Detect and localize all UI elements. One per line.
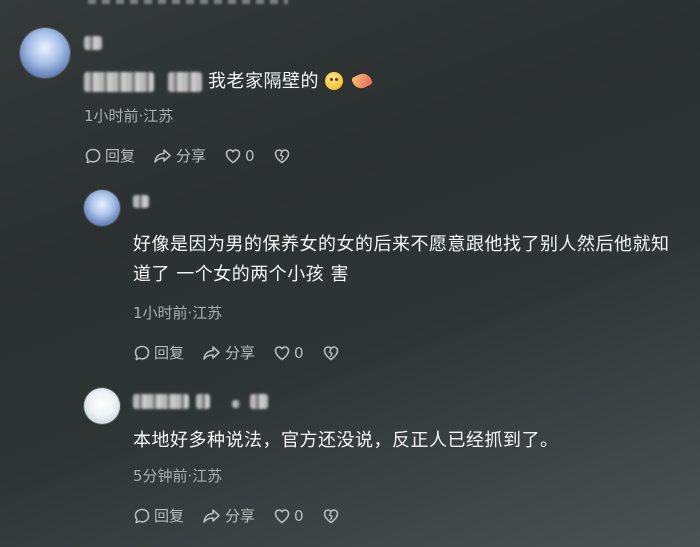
- like-button[interactable]: 0: [273, 344, 304, 362]
- comment-text-content: 我老家隔壁的: [208, 71, 319, 92]
- user-avatar[interactable]: [84, 388, 120, 424]
- comment-meta: 1小时前·江苏: [133, 304, 223, 322]
- comment-actions: 回复 分享 0: [133, 342, 361, 363]
- blurred-username[interactable]: [133, 394, 189, 409]
- comment-bubble-icon: [134, 345, 150, 360]
- share-arrow-icon: [154, 148, 171, 163]
- user-avatar[interactable]: [20, 28, 70, 78]
- reply-label: 回复: [154, 507, 185, 525]
- share-label: 分享: [176, 147, 207, 165]
- broken-heart-icon: [323, 508, 338, 523]
- comment-bubble-icon: [134, 508, 150, 523]
- comment-actions: 回复 分享 0: [84, 145, 312, 166]
- like-count: 0: [294, 506, 304, 525]
- reply-label: 回复: [154, 344, 185, 362]
- comment-text-content: 本地好多种说法，官方还没说，反正人已经抓到了。: [133, 430, 559, 451]
- blurred-mention: [168, 72, 202, 92]
- blurred-username[interactable]: [84, 36, 102, 50]
- broken-heart-icon: [323, 345, 338, 360]
- blurred-username[interactable]: [133, 195, 149, 208]
- heart-icon: [225, 148, 241, 163]
- comment-actions: 回复 分享 0: [133, 505, 361, 526]
- dislike-button[interactable]: [322, 344, 343, 362]
- share-label: 分享: [225, 344, 256, 362]
- reply-label: 回复: [105, 147, 136, 165]
- blurred-mention: [84, 72, 154, 92]
- blurred-username[interactable]: [250, 394, 268, 409]
- broken-heart-icon: [274, 148, 289, 163]
- share-arrow-icon: [203, 345, 220, 360]
- comment-text: 我老家隔壁的: [208, 67, 374, 97]
- like-count: 0: [245, 146, 255, 165]
- share-arrow-icon: [203, 508, 220, 523]
- comment-text-content: 好像是因为男的保养女的女的后来不愿意跟他找了别人然后他就知道了 一个女的两个小孩…: [133, 234, 670, 285]
- share-button[interactable]: 分享: [153, 145, 206, 166]
- share-button[interactable]: 分享: [202, 505, 255, 526]
- blurred-previous-content: [88, 0, 288, 4]
- share-button[interactable]: 分享: [202, 342, 255, 363]
- like-button[interactable]: 0: [273, 507, 304, 525]
- smile-emoji-icon: [325, 72, 343, 90]
- dislike-button[interactable]: [273, 147, 294, 165]
- heart-icon: [274, 345, 290, 360]
- reply-button[interactable]: 回复: [133, 505, 184, 526]
- blurred-username[interactable]: [196, 394, 210, 409]
- dislike-button[interactable]: [322, 507, 343, 525]
- heart-icon: [274, 508, 290, 523]
- comment-meta: 1小时前·江苏: [84, 107, 174, 125]
- reply-button[interactable]: 回复: [84, 145, 135, 166]
- like-button[interactable]: 0: [224, 147, 255, 165]
- share-label: 分享: [225, 507, 256, 525]
- blurred-username[interactable]: [232, 400, 240, 408]
- comment-bubble-icon: [85, 148, 101, 163]
- reply-button[interactable]: 回复: [133, 342, 184, 363]
- comment-text: 本地好多种说法，官方还没说，反正人已经抓到了。: [133, 426, 559, 456]
- comment-meta: 5分钟前·江苏: [133, 467, 223, 485]
- like-count: 0: [294, 343, 304, 362]
- comment-text: 好像是因为男的保养女的女的后来不愿意跟他找了别人然后他就知道了 一个女的两个小孩…: [133, 230, 683, 290]
- sticker-emoji-icon: [350, 70, 374, 92]
- user-avatar[interactable]: [84, 190, 120, 226]
